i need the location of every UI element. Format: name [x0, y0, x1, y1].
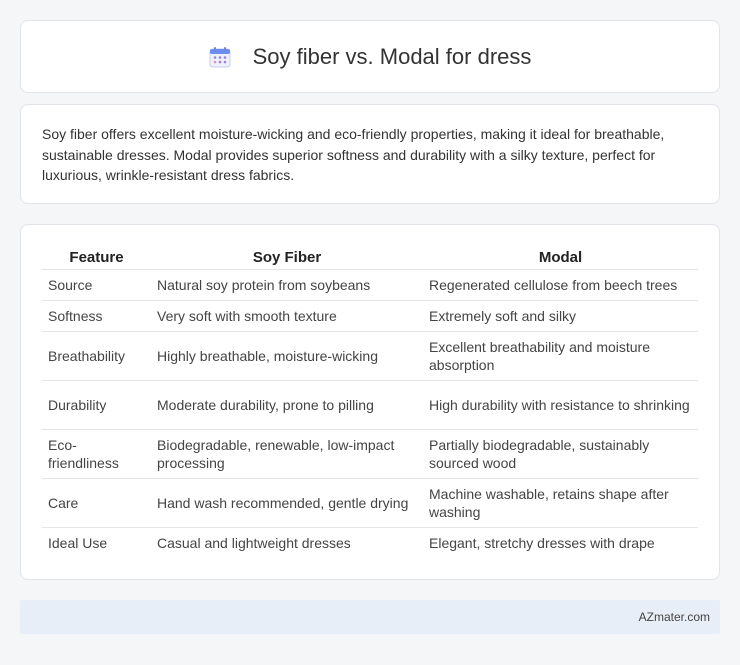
modal-cell: Regenerated cellulose from beech trees — [423, 269, 698, 301]
header-modal: Modal — [423, 245, 698, 270]
table-row: Ideal Use Casual and lightweight dresses… — [42, 527, 698, 558]
comparison-card: Feature Soy Fiber Modal Source Natural s… — [20, 224, 720, 580]
table-row: Breathability Highly breathable, moistur… — [42, 331, 698, 381]
soy-fiber-cell: Very soft with smooth texture — [151, 300, 423, 332]
feature-cell: Ideal Use — [48, 534, 108, 551]
comparison-table: Feature Soy Fiber Modal Source Natural s… — [42, 245, 698, 558]
soy-fiber-cell: Casual and lightweight dresses — [157, 534, 351, 551]
table-row: Softness Very soft with smooth texture E… — [42, 300, 698, 332]
soy-fiber-cell: Moderate durability, prone to pilling — [151, 380, 423, 430]
footer-site-link[interactable]: AZmater.com — [639, 610, 710, 624]
table-row: Source Natural soy protein from soybeans… — [42, 269, 698, 301]
soy-fiber-cell: Biodegradable, renewable, low-impact pro… — [151, 429, 423, 479]
soy-fiber-cell: Hand wash recommended, gentle drying — [151, 478, 423, 528]
modal-cell: Excellent breathability and moisture abs… — [423, 331, 698, 381]
feature-cell: Durability — [42, 380, 151, 430]
feature-cell: Source — [42, 269, 151, 301]
summary-card: Soy fiber offers excellent moisture-wick… — [20, 104, 720, 204]
header-feature: Feature — [42, 245, 151, 270]
soy-fiber-cell: Natural soy protein from soybeans — [151, 269, 423, 301]
modal-cell: Machine washable, retains shape after wa… — [423, 478, 698, 528]
feature-cell: Care — [42, 478, 151, 528]
modal-cell: High durability with resistance to shrin… — [423, 380, 698, 430]
header-soy-fiber: Soy Fiber — [151, 245, 423, 270]
title-wrap: Soy fiber vs. Modal for dress — [209, 43, 532, 70]
title-card: Soy fiber vs. Modal for dress — [20, 20, 720, 93]
table-row: Durability Moderate durability, prone to… — [42, 380, 698, 430]
modal-cell: Elegant, stretchy dresses with drape — [429, 534, 655, 551]
summary-text: Soy fiber offers excellent moisture-wick… — [42, 126, 665, 183]
feature-cell: Softness — [42, 300, 151, 332]
calendar-icon — [209, 46, 231, 68]
table-row: Care Hand wash recommended, gentle dryin… — [42, 478, 698, 528]
page-title: Soy fiber vs. Modal for dress — [252, 43, 532, 69]
soy-fiber-cell: Highly breathable, moisture-wicking — [151, 331, 423, 381]
table-row: Eco-friendliness Biodegradable, renewabl… — [42, 429, 698, 479]
feature-cell: Breathability — [42, 331, 151, 381]
table-header-row: Feature Soy Fiber Modal — [42, 245, 698, 270]
modal-cell: Extremely soft and silky — [423, 300, 698, 332]
modal-cell: Partially biodegradable, sustainably sou… — [423, 429, 698, 479]
footer: AZmater.com — [20, 600, 720, 634]
feature-cell: Eco-friendliness — [42, 429, 151, 479]
